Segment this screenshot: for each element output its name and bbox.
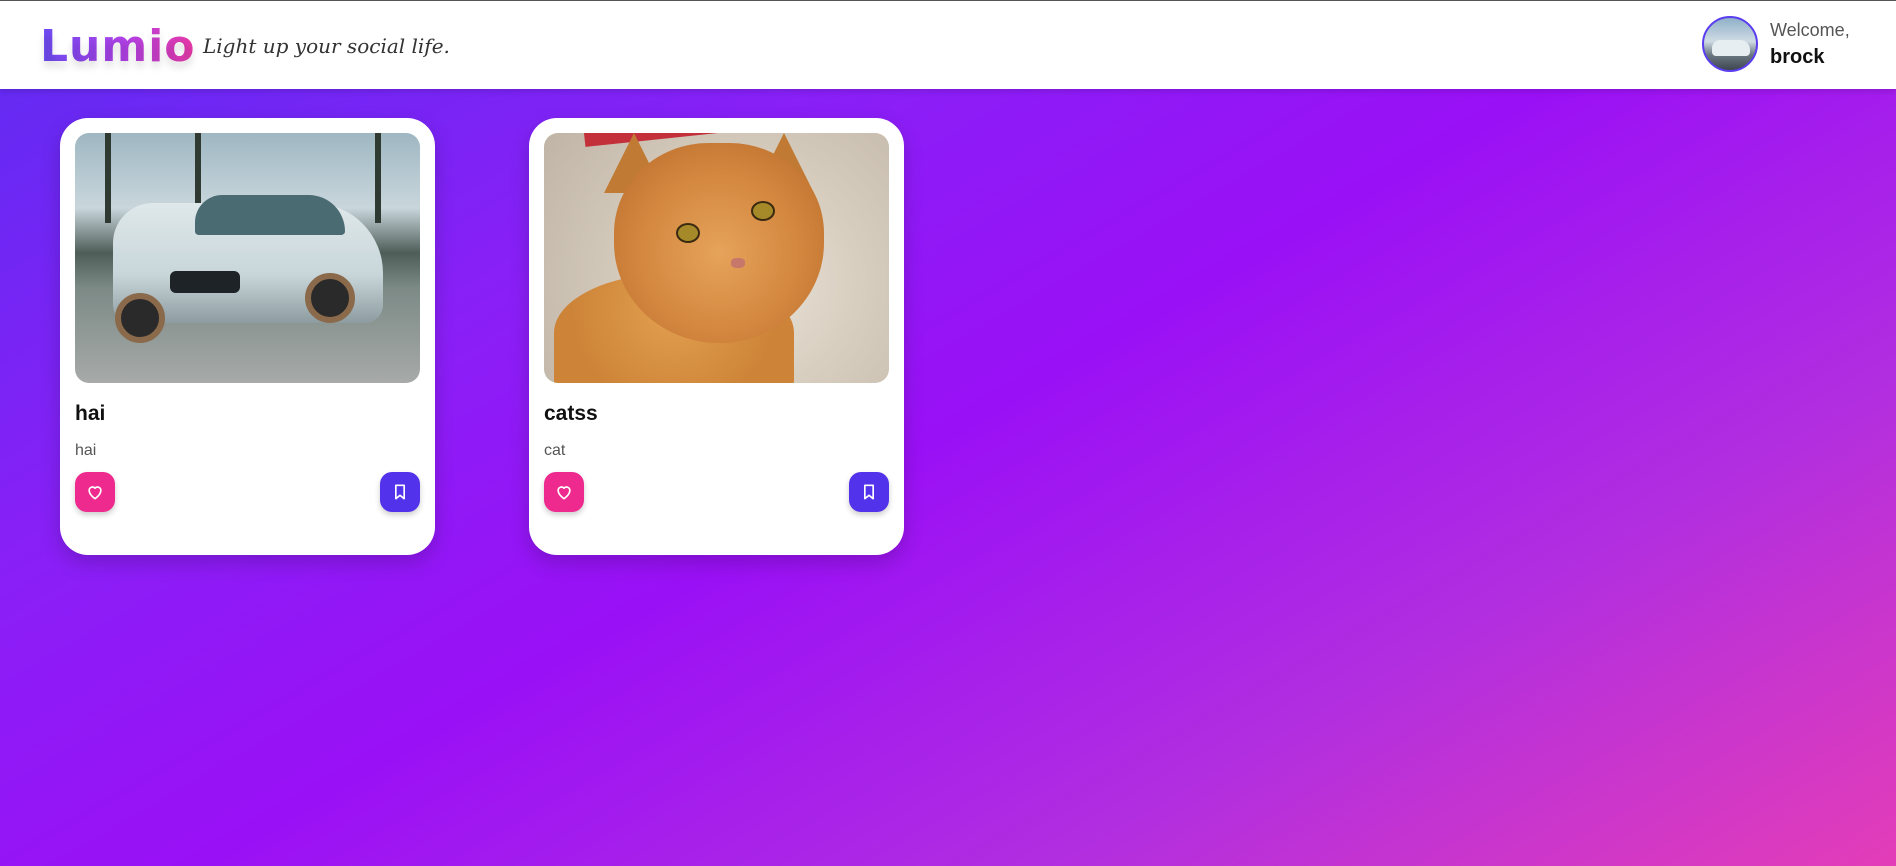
welcome-label: Welcome, bbox=[1770, 20, 1850, 40]
post-card: catss cat bbox=[529, 118, 904, 555]
user-avatar[interactable] bbox=[1702, 16, 1758, 72]
post-title: hai bbox=[75, 402, 106, 425]
post-card: hai hai bbox=[60, 118, 435, 555]
bookmark-button[interactable] bbox=[849, 472, 889, 512]
post-title: catss bbox=[544, 402, 598, 425]
like-button[interactable] bbox=[544, 472, 584, 512]
post-image[interactable] bbox=[544, 133, 889, 383]
cat-eye-shape bbox=[676, 223, 700, 243]
avatar-car-image bbox=[1712, 40, 1750, 56]
username-label[interactable]: brock bbox=[1770, 46, 1824, 69]
like-button[interactable] bbox=[75, 472, 115, 512]
car-grille-shape bbox=[170, 271, 240, 293]
heart-icon bbox=[88, 486, 102, 500]
post-description: cat bbox=[544, 442, 566, 459]
app-tagline: Light up your social life. bbox=[203, 34, 450, 58]
post-image[interactable] bbox=[75, 133, 420, 383]
palm-tree-shape bbox=[375, 133, 381, 223]
app-logo[interactable]: Lumio bbox=[40, 21, 196, 72]
cat-eye-shape bbox=[751, 201, 775, 221]
cat-nose-shape bbox=[731, 258, 745, 268]
palm-tree-shape bbox=[105, 133, 111, 223]
car-window-shape bbox=[195, 195, 345, 235]
bookmark-icon bbox=[864, 484, 874, 500]
heart-icon bbox=[557, 486, 571, 500]
bookmark-icon bbox=[395, 484, 405, 500]
bookmark-button[interactable] bbox=[380, 472, 420, 512]
top-header: Lumio Light up your social life. Welcome… bbox=[0, 0, 1896, 89]
post-description: hai bbox=[75, 442, 97, 459]
car-wheel-shape bbox=[115, 293, 165, 343]
cat-head-shape bbox=[614, 143, 824, 343]
car-wheel-shape bbox=[305, 273, 355, 323]
